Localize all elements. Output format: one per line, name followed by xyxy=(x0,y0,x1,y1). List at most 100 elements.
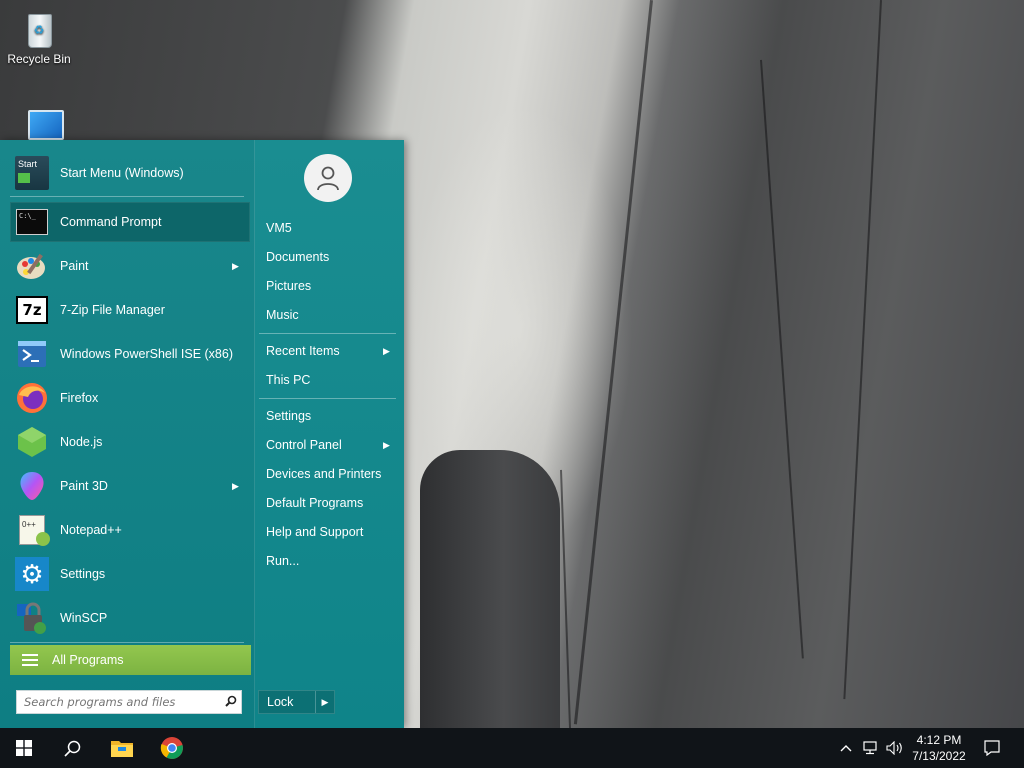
start-button[interactable] xyxy=(0,728,48,768)
program-winscp[interactable]: WinSCP xyxy=(10,598,250,638)
nodejs-icon xyxy=(15,425,49,459)
place-label: Settings xyxy=(266,409,312,423)
program-label: Notepad++ xyxy=(60,523,122,537)
place-run[interactable]: Run... xyxy=(259,548,397,574)
program-powershell-ise[interactable]: Windows PowerShell ISE (x86) xyxy=(10,334,250,374)
place-label: Recent Items xyxy=(266,344,340,358)
show-hidden-icons-button[interactable] xyxy=(836,728,856,768)
place-pictures[interactable]: Pictures xyxy=(259,273,397,299)
program-paint[interactable]: Paint ▶ xyxy=(10,246,250,286)
lock-options-arrow-icon[interactable]: ▶ xyxy=(315,691,334,713)
network-icon xyxy=(863,741,877,755)
program-command-prompt[interactable]: C:\_ Command Prompt xyxy=(10,202,250,242)
place-label: VM5 xyxy=(266,221,292,235)
volume-icon xyxy=(886,741,902,755)
programs-pane: Start Start Menu (Windows) C:\_ Command … xyxy=(0,140,255,728)
place-devices-and-printers[interactable]: Devices and Printers xyxy=(259,461,397,487)
place-label: Pictures xyxy=(266,279,312,293)
program-label: Start Menu (Windows) xyxy=(60,166,184,180)
list-icon xyxy=(22,651,38,669)
divider xyxy=(10,196,244,197)
settings-gear-icon: ⚙ xyxy=(15,557,49,591)
place-label: Help and Support xyxy=(266,525,364,539)
place-label: Devices and Printers xyxy=(266,467,382,481)
wallpaper-crack xyxy=(573,0,653,725)
program-label: Command Prompt xyxy=(60,215,162,229)
windows-start-icon xyxy=(16,740,32,756)
program-label: Paint xyxy=(60,259,89,273)
search-input[interactable] xyxy=(17,692,221,712)
program-label: Firefox xyxy=(60,391,99,405)
search-box xyxy=(16,690,242,714)
place-label: This PC xyxy=(266,373,311,387)
program-start-menu-windows[interactable]: Start Start Menu (Windows) xyxy=(10,153,250,193)
program-label: Paint 3D xyxy=(60,479,108,493)
start-menu: Start Start Menu (Windows) C:\_ Command … xyxy=(0,140,404,728)
places-pane: VM5 Documents Pictures Music Recent Item… xyxy=(255,140,404,728)
program-firefox[interactable]: Firefox xyxy=(10,378,250,418)
place-recent-items[interactable]: Recent Items ▶ xyxy=(259,338,397,364)
program-label: Windows PowerShell ISE (x86) xyxy=(60,347,233,361)
search-icon[interactable] xyxy=(221,695,241,710)
wallpaper-crack xyxy=(843,0,882,700)
user-avatar-icon[interactable] xyxy=(304,154,352,202)
taskbar: 4:12 PM 7/13/2022 xyxy=(0,728,1024,768)
place-label: Run... xyxy=(266,554,300,568)
program-notepad-plus-plus[interactable]: 0++ Notepad++ xyxy=(10,510,250,550)
all-programs-button[interactable]: All Programs xyxy=(10,645,251,675)
notepad-plus-plus-icon: 0++ xyxy=(15,513,50,547)
paint-3d-icon xyxy=(15,469,49,503)
place-label: Default Programs xyxy=(266,496,364,510)
program-nodejs[interactable]: Node.js xyxy=(10,422,250,462)
divider xyxy=(259,398,396,399)
wallpaper-boulder xyxy=(420,450,560,728)
place-default-programs[interactable]: Default Programs xyxy=(259,490,397,516)
paint-icon xyxy=(15,249,49,283)
this-pc-desktop-icon[interactable] xyxy=(28,110,64,140)
program-paint-3d[interactable]: Paint 3D ▶ xyxy=(10,466,250,506)
place-label: Music xyxy=(266,308,299,322)
volume-tray-button[interactable] xyxy=(884,728,906,768)
recycle-bin-icon: ♻ xyxy=(22,10,56,48)
chrome-button[interactable] xyxy=(148,728,196,768)
submenu-arrow-icon: ▶ xyxy=(232,480,239,491)
place-vm5[interactable]: VM5 xyxy=(259,215,397,241)
taskbar-search-button[interactable] xyxy=(48,728,96,768)
taskbar-clock[interactable]: 4:12 PM 7/13/2022 xyxy=(906,732,972,764)
place-settings[interactable]: Settings xyxy=(259,403,397,429)
lock-label: Lock xyxy=(267,695,294,709)
chevron-up-icon xyxy=(840,745,852,752)
start-menu-app-icon: Start xyxy=(15,156,49,190)
submenu-arrow-icon: ▶ xyxy=(383,439,390,450)
desktop-icon-label: Recycle Bin xyxy=(7,52,71,66)
notification-icon xyxy=(984,740,1000,756)
winscp-icon xyxy=(15,601,49,635)
action-center-button[interactable] xyxy=(978,728,1006,768)
powershell-icon xyxy=(15,337,49,371)
submenu-arrow-icon: ▶ xyxy=(232,260,239,271)
network-tray-button[interactable] xyxy=(860,728,882,768)
program-label: Settings xyxy=(60,567,106,581)
file-explorer-icon xyxy=(111,741,133,757)
lock-button[interactable]: Lock ▶ xyxy=(258,690,335,714)
program-7zip[interactable]: 7z 7-Zip File Manager xyxy=(10,290,250,330)
place-documents[interactable]: Documents xyxy=(259,244,397,270)
place-label: Control Panel xyxy=(266,438,342,452)
place-music[interactable]: Music xyxy=(259,302,397,328)
search-icon xyxy=(63,740,80,757)
divider xyxy=(10,642,244,643)
firefox-icon xyxy=(15,381,49,415)
desktop-icon-recycle-bin[interactable]: ♻ Recycle Bin xyxy=(1,4,77,66)
place-help-and-support[interactable]: Help and Support xyxy=(259,519,397,545)
all-programs-label: All Programs xyxy=(52,653,124,667)
chrome-icon xyxy=(160,737,183,759)
clock-time: 4:12 PM xyxy=(916,733,962,747)
seven-zip-icon: 7z xyxy=(15,293,49,327)
file-explorer-button[interactable] xyxy=(98,728,146,768)
program-settings[interactable]: ⚙ Settings xyxy=(10,554,250,594)
submenu-arrow-icon: ▶ xyxy=(383,345,390,356)
divider xyxy=(259,333,396,334)
clock-date: 7/13/2022 xyxy=(912,749,966,763)
place-this-pc[interactable]: This PC xyxy=(259,367,397,393)
place-control-panel[interactable]: Control Panel ▶ xyxy=(259,432,397,458)
